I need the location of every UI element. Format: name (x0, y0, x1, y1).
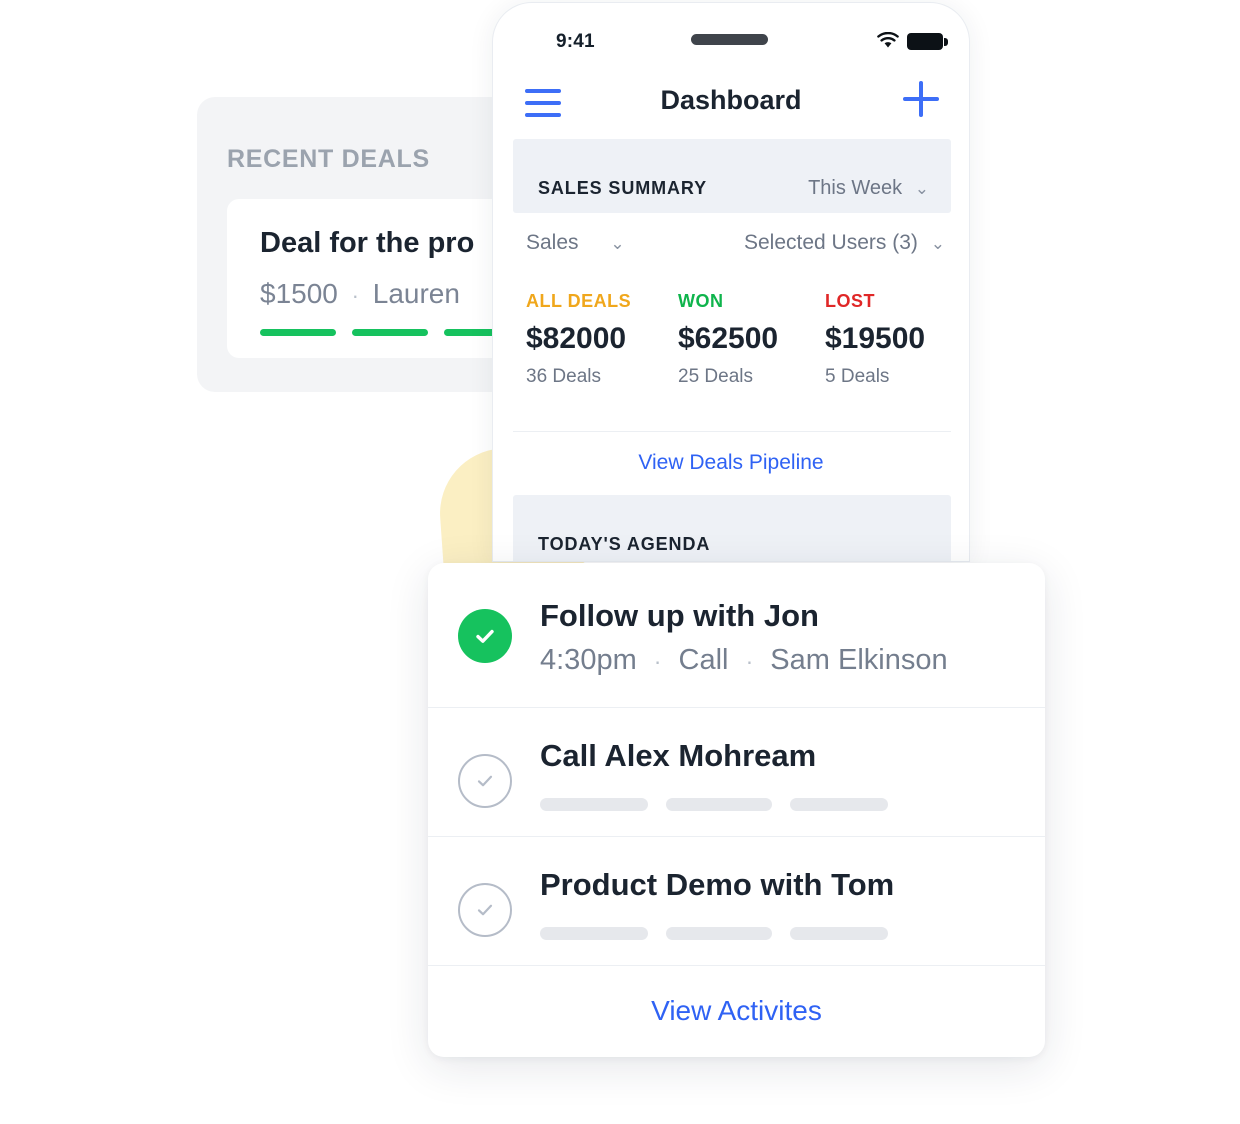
activity-title: Call Alex Mohream (540, 738, 817, 773)
meta-separator: · (745, 648, 754, 674)
deal-amount: $1500 (260, 278, 338, 309)
deal-separator: · (351, 283, 359, 308)
filter-row: Sales ⌄ Selected Users (3) ⌄ (493, 231, 969, 271)
chevron-down-icon: ⌄ (610, 234, 625, 253)
metric-subtext: 25 Deals (678, 366, 753, 387)
activity-type: Call (678, 644, 729, 676)
status-bar-time: 9:41 (556, 31, 595, 52)
metric-value: $82000 (526, 322, 627, 355)
deal-title: Deal for the pro (260, 227, 475, 259)
period-filter-label: This Week (808, 177, 903, 199)
list-item[interactable]: Call Alex Mohream (428, 708, 1045, 837)
period-filter-dropdown[interactable]: This Week ⌄ (808, 177, 929, 200)
activity-title: Follow up with Jon (540, 598, 819, 633)
deal-progress-segment (260, 329, 336, 336)
checkmark-filled-icon[interactable] (458, 609, 512, 663)
deal-progress-segment (352, 329, 428, 336)
metric-value: $19500 (825, 322, 926, 355)
list-item[interactable]: Follow up with Jon 4:30pm · Call · Sam E… (428, 563, 1045, 708)
activity-meta-placeholder (540, 927, 888, 940)
metric-value: $62500 (678, 322, 779, 355)
placeholder-bar (666, 927, 772, 940)
wifi-icon (877, 32, 899, 48)
sales-summary-band: SALES SUMMARY This Week ⌄ (513, 139, 951, 213)
sales-summary-header: SALES SUMMARY (538, 178, 708, 198)
metric-won: WON $62500 25 Deals (645, 291, 792, 388)
sales-metrics: ALL DEALS $82000 36 Deals WON $62500 25 … (493, 291, 969, 388)
checkmark-outline-icon[interactable] (458, 754, 512, 808)
agenda-card-footer: View Activites (428, 966, 1045, 1056)
placeholder-bar (666, 798, 772, 811)
metric-label: ALL DEALS (526, 291, 632, 311)
activity-meta: 4:30pm · Call · Sam Elkinson (540, 644, 948, 677)
activity-person: Sam Elkinson (770, 644, 948, 676)
view-deals-pipeline-link[interactable]: View Deals Pipeline (493, 451, 969, 475)
view-activities-link[interactable]: View Activites (651, 995, 822, 1027)
metric-lost: LOST $19500 5 Deals (792, 291, 942, 388)
placeholder-bar (790, 927, 888, 940)
todays-agenda-band: TODAY'S AGENDA (513, 495, 951, 561)
todays-agenda-header: TODAY'S AGENDA (538, 534, 711, 554)
status-bar: 9:41 (493, 23, 969, 63)
page-title: Dashboard (660, 85, 802, 115)
metric-label: LOST (825, 291, 875, 311)
deal-progress-bars (260, 329, 520, 336)
metric-subtext: 5 Deals (825, 366, 890, 387)
phone-mockup: 9:41 Dashboard SALES SUMMARY This Week ⌄ (492, 2, 970, 562)
placeholder-bar (540, 927, 648, 940)
chevron-down-icon: ⌄ (930, 234, 945, 253)
placeholder-bar (540, 798, 648, 811)
metric-subtext: 36 Deals (526, 366, 601, 387)
metric-label: WON (678, 291, 724, 311)
activity-title: Product Demo with Tom (540, 867, 895, 902)
deal-owner: Lauren (372, 278, 460, 309)
meta-separator: · (653, 648, 662, 674)
screen-root: RECENT DEALS Deal for the pro $1500 · La… (0, 0, 1240, 1124)
metric-all-deals: ALL DEALS $82000 36 Deals (493, 291, 645, 388)
sales-type-label: Sales (526, 231, 579, 254)
deal-meta: $1500 · Lauren (260, 278, 460, 310)
sales-type-dropdown[interactable]: Sales ⌄ (526, 231, 625, 255)
activity-time: 4:30pm (540, 644, 637, 676)
section-divider (513, 431, 951, 432)
list-item[interactable]: Product Demo with Tom (428, 837, 1045, 966)
users-filter-dropdown[interactable]: Selected Users (3) ⌄ (744, 231, 945, 255)
agenda-card: Follow up with Jon 4:30pm · Call · Sam E… (428, 563, 1045, 1057)
plus-icon[interactable] (903, 81, 939, 117)
placeholder-bar (790, 798, 888, 811)
checkmark-outline-icon[interactable] (458, 883, 512, 937)
activity-meta-placeholder (540, 798, 888, 811)
phone-speaker (691, 34, 768, 45)
phone-nav-bar: Dashboard (493, 75, 969, 131)
users-filter-label: Selected Users (3) (744, 231, 918, 254)
chevron-down-icon: ⌄ (914, 179, 929, 198)
battery-icon (907, 33, 948, 50)
recent-deals-title: RECENT DEALS (227, 145, 430, 173)
